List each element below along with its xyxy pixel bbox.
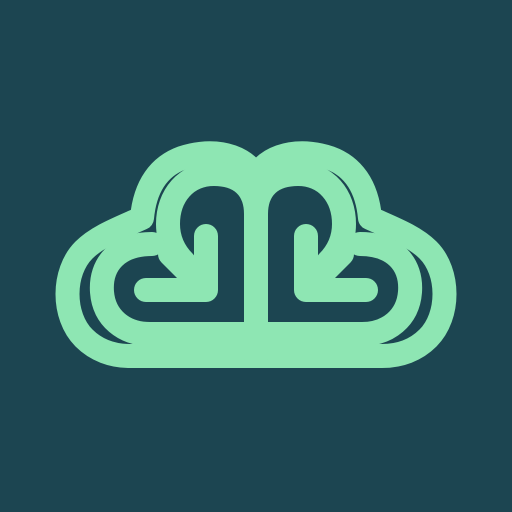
cloud-heart-arrows-logo-icon [0,0,512,512]
app-icon [0,0,512,512]
